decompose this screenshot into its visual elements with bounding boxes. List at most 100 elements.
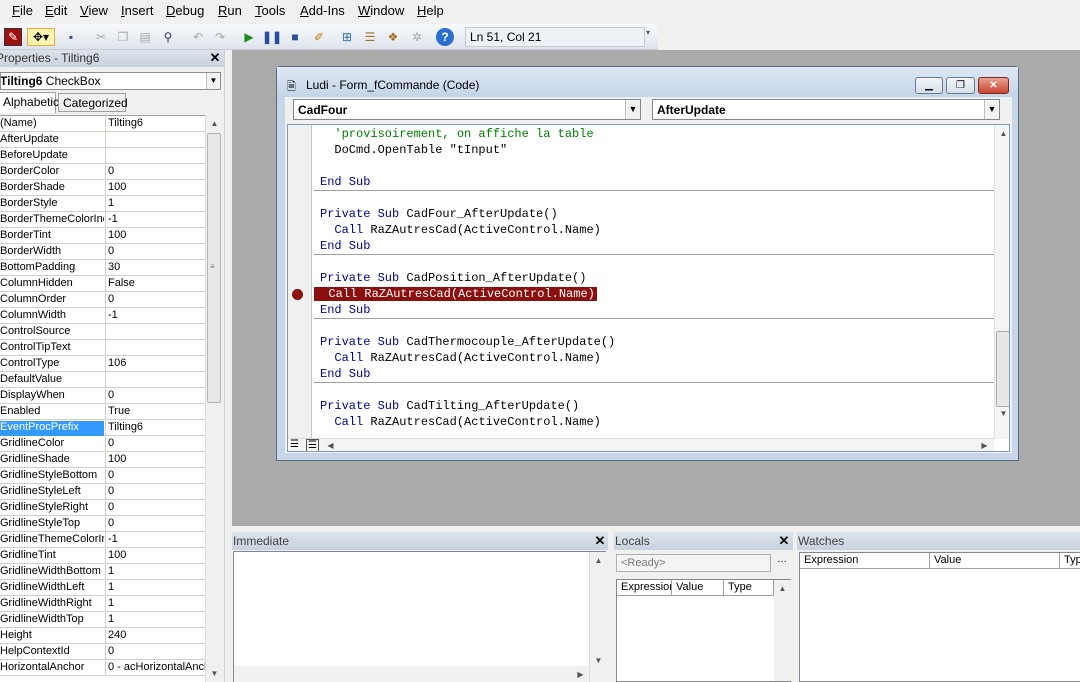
scroll-down-icon[interactable]: ▼ <box>590 652 607 669</box>
properties-window-icon[interactable]: ☰ <box>361 28 379 46</box>
property-row[interactable]: BottomPadding 30 <box>0 260 205 276</box>
procedure-combo[interactable]: AfterUpdate ▼ <box>652 99 1000 120</box>
code-editor[interactable]: 'provisoirement, on affiche la table DoC… <box>287 124 1010 452</box>
menu-help[interactable]: Help <box>417 3 444 18</box>
run-icon[interactable]: ▶ <box>240 28 258 46</box>
scroll-right-icon[interactable]: ▶ <box>572 666 589 682</box>
menu-insert[interactable]: Insert <box>121 3 154 18</box>
property-row[interactable]: BorderShade 100 <box>0 180 205 196</box>
property-row[interactable]: Enabled True <box>0 404 205 420</box>
property-row[interactable]: ColumnWidth -1 <box>0 308 205 324</box>
property-row[interactable]: HelpContextId 0 <box>0 644 205 660</box>
chevron-down-icon[interactable]: ▼ <box>984 100 999 119</box>
property-value[interactable]: 0 <box>105 644 205 659</box>
property-row[interactable]: ControlTipText <box>0 340 205 356</box>
property-row[interactable]: GridlineWidthRight 1 <box>0 596 205 612</box>
access-view-icon[interactable]: ✎ <box>4 28 22 46</box>
property-value[interactable] <box>105 132 205 147</box>
cut-icon[interactable]: ✂ <box>92 28 110 46</box>
maximize-button[interactable]: ❐ <box>946 77 975 94</box>
scroll-up-icon[interactable]: ▲ <box>774 580 791 597</box>
paste-icon[interactable]: ▤ <box>136 28 154 46</box>
call-stack-button[interactable]: … <box>773 554 791 572</box>
property-value[interactable]: 0 - acHorizontalAnchorLeft <box>105 660 205 675</box>
column-header[interactable]: Expression <box>617 580 672 596</box>
toolbox-icon[interactable]: ✲ <box>408 28 426 46</box>
property-value[interactable] <box>105 340 205 355</box>
property-value[interactable]: 1 <box>105 196 205 211</box>
property-row[interactable]: BorderThemeColorIndex-1 <box>0 212 205 228</box>
find-icon[interactable]: ⚲ <box>159 28 177 46</box>
scroll-down-icon[interactable]: ▼ <box>995 405 1009 422</box>
chevron-down-icon[interactable]: ▼ <box>625 100 640 119</box>
property-value[interactable]: 1 <box>105 612 205 627</box>
property-row[interactable]: AfterUpdate <box>0 132 205 148</box>
toolbar-options-icon[interactable]: ▾ <box>646 28 656 48</box>
column-header[interactable]: Value <box>672 580 724 596</box>
break-icon[interactable]: ❚❚ <box>262 28 282 46</box>
insert-object-icon[interactable]: ✥▾ <box>27 28 55 46</box>
property-row[interactable]: BeforeUpdate <box>0 148 205 164</box>
property-value[interactable]: 1 <box>105 580 205 595</box>
property-row[interactable]: (Name) Tilting6 <box>0 116 205 132</box>
scrollbar-thumb[interactable]: ≡ <box>207 133 221 403</box>
property-row[interactable]: GridlineThemeColorIndex-1 <box>0 532 205 548</box>
immediate-input[interactable]: ▲ ▼ ▶ <box>233 551 606 682</box>
immediate-scrollbar[interactable]: ▲ ▼ <box>589 552 606 682</box>
scroll-down-icon[interactable]: ▼ <box>206 665 223 682</box>
property-value[interactable]: 0 <box>105 244 205 259</box>
property-value[interactable]: False <box>105 276 205 291</box>
scroll-up-icon[interactable]: ▲ <box>206 115 223 132</box>
reset-icon[interactable]: ■ <box>286 28 304 46</box>
code-vertical-scrollbar[interactable]: ▲ ▼ <box>994 125 1009 439</box>
property-grid-scrollbar[interactable]: ▲ ≡ ▼ <box>205 115 222 682</box>
property-value[interactable]: 0 <box>105 292 205 307</box>
property-row[interactable]: GridlineWidthTop 1 <box>0 612 205 628</box>
property-row[interactable]: GridlineShade 100 <box>0 452 205 468</box>
property-value[interactable]: 100 <box>105 548 205 563</box>
menu-debug[interactable]: Debug <box>166 3 204 18</box>
property-value[interactable]: -1 <box>105 212 205 227</box>
tab-categorized[interactable]: Categorized <box>58 93 128 112</box>
property-row[interactable]: ColumnOrder 0 <box>0 292 205 308</box>
panel-splitter[interactable] <box>224 50 232 682</box>
property-row[interactable]: BorderColor 0 <box>0 164 205 180</box>
column-header[interactable]: Type <box>724 580 774 596</box>
property-value[interactable]: 1 <box>105 564 205 579</box>
property-value[interactable]: -1 <box>105 532 205 547</box>
property-value[interactable]: 0 <box>105 484 205 499</box>
property-value[interactable]: Tilting6 <box>105 420 205 435</box>
property-value[interactable] <box>105 324 205 339</box>
property-value[interactable] <box>105 372 205 387</box>
property-row[interactable]: GridlineWidthLeft 1 <box>0 580 205 596</box>
scroll-right-icon[interactable]: ▶ <box>976 438 993 451</box>
procedure-view-icon[interactable]: ☰ <box>290 439 299 450</box>
menu-file[interactable]: File <box>12 3 33 18</box>
chevron-down-icon[interactable]: ▼ <box>206 73 220 89</box>
property-row[interactable]: GridlineStyleTop 0 <box>0 516 205 532</box>
close-icon[interactable]: ✕ <box>593 534 607 548</box>
object-browser-icon[interactable]: ❖ <box>384 28 402 46</box>
column-header[interactable]: Type <box>1060 553 1080 569</box>
redo-icon[interactable]: ↷ <box>211 28 229 46</box>
undo-icon[interactable]: ↶ <box>189 28 207 46</box>
property-value[interactable]: 0 <box>105 516 205 531</box>
menu-run[interactable]: Run <box>218 3 242 18</box>
property-value[interactable]: 0 <box>105 500 205 515</box>
close-button[interactable]: ✕ <box>978 77 1009 94</box>
menu-view[interactable]: View <box>80 3 108 18</box>
close-icon[interactable]: ✕ <box>777 534 791 548</box>
help-icon[interactable]: ? <box>436 28 454 46</box>
save-icon[interactable]: ▪ <box>62 28 80 46</box>
breakpoint-margin[interactable] <box>288 125 312 439</box>
scroll-up-icon[interactable]: ▲ <box>590 552 607 569</box>
property-row[interactable]: GridlineTint 100 <box>0 548 205 564</box>
property-row[interactable]: DefaultValue <box>0 372 205 388</box>
property-value[interactable]: 0 <box>105 388 205 403</box>
property-row[interactable]: BorderTint 100 <box>0 228 205 244</box>
property-value[interactable]: 0 <box>105 468 205 483</box>
object-selector[interactable]: Tilting6 CheckBox ▼ <box>0 72 221 90</box>
property-row[interactable]: ColumnHidden False <box>0 276 205 292</box>
property-row[interactable]: ControlType 106 <box>0 356 205 372</box>
immediate-hscrollbar[interactable]: ▶ <box>234 666 589 682</box>
